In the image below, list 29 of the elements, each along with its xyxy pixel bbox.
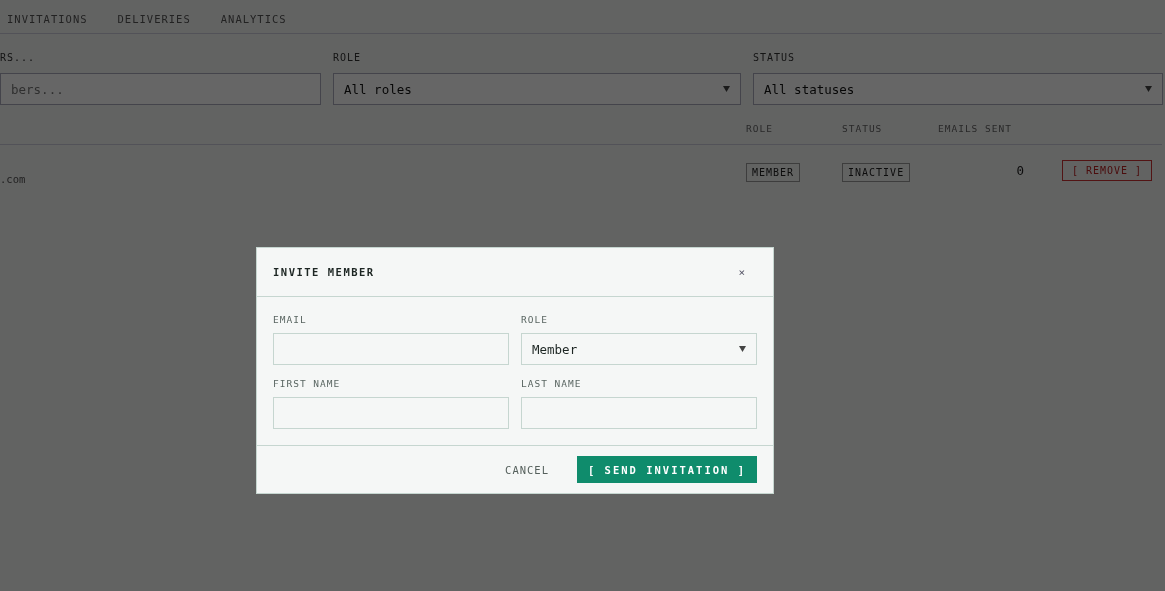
field-label: LAST NAME	[521, 378, 583, 389]
caret-icon	[739, 346, 746, 352]
field-label: ROLE	[521, 314, 549, 325]
field-label: STATUS	[753, 52, 797, 65]
input-field[interactable]	[521, 397, 757, 429]
tab[interactable]: INVITATIONS	[7, 13, 88, 33]
field-label: ROLE	[333, 52, 363, 65]
role-tag: MEMBER	[746, 163, 801, 182]
dialog-title: INVITE MEMBER	[273, 266, 375, 278]
email-text: .com	[0, 173, 26, 185]
field-label: RS...	[0, 52, 37, 65]
role-dropdown[interactable]: All roles	[333, 73, 741, 105]
status-tag: INACTIVE	[842, 163, 911, 182]
caret-icon	[723, 86, 730, 92]
remove-button[interactable]: [ REMOVE ]	[1062, 160, 1152, 181]
input-field[interactable]	[273, 397, 509, 429]
caret-icon	[1145, 86, 1152, 92]
tab[interactable]: ANALYTICS	[220, 13, 287, 33]
input-field[interactable]	[273, 333, 509, 365]
field-label: EMAIL	[273, 314, 308, 325]
field-label: FIRST NAME	[273, 378, 342, 389]
column-header: STATUS	[842, 123, 883, 134]
table-cell-text: 0	[1015, 163, 1024, 178]
status-dropdown[interactable]: All statuses	[753, 73, 1163, 105]
close-button[interactable]: ×	[734, 265, 749, 279]
role-dropdown[interactable]: Member	[521, 333, 757, 365]
tab[interactable]: DELIVERIES	[117, 13, 191, 33]
cancel-button[interactable]: CANCEL	[499, 462, 555, 477]
send-invitation-button[interactable]: [ SEND INVITATION ]	[577, 456, 757, 483]
